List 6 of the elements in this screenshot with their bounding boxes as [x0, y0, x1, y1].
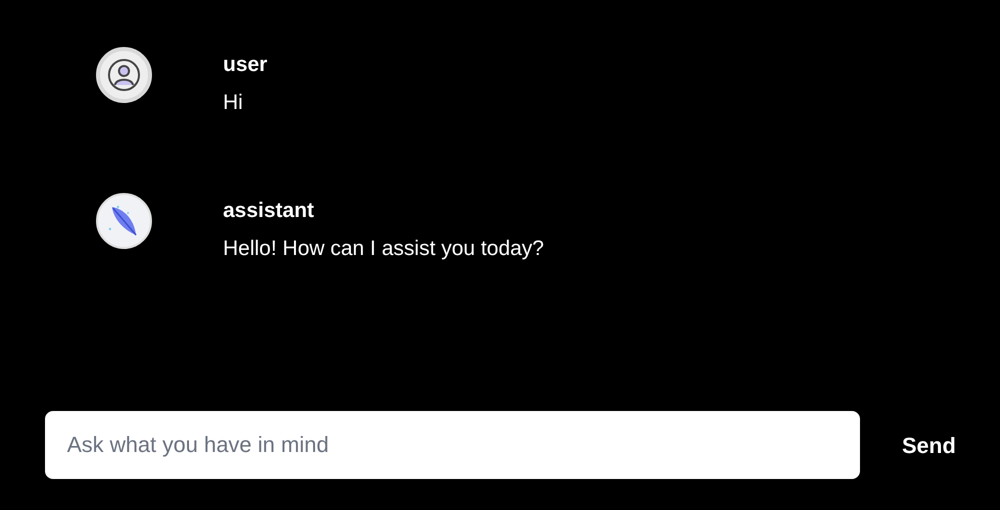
- message-text: Hi: [223, 91, 244, 115]
- message-input-field[interactable]: Ask what you have in mind: [45, 411, 860, 479]
- message-author: user: [223, 53, 268, 77]
- message-author: assistant: [223, 199, 316, 223]
- send-button[interactable]: Send: [890, 420, 968, 470]
- message-text: Hello! How can I assist you today?: [223, 237, 544, 261]
